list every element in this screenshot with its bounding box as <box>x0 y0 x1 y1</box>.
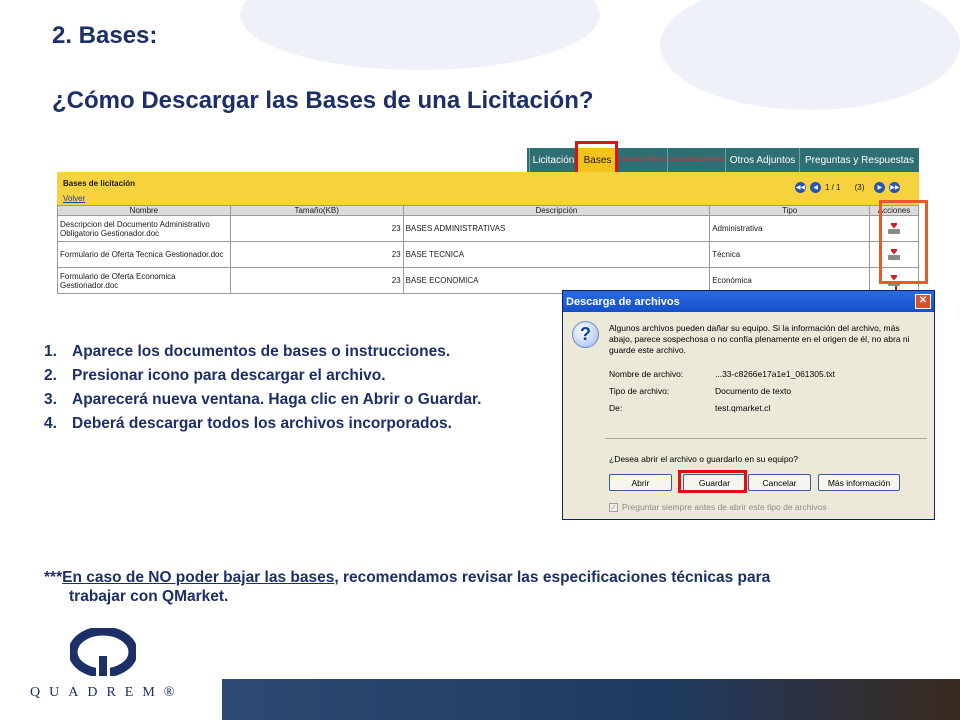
record-count: (3) <box>854 183 865 192</box>
table-row: Formulario de Oferta Tecnica Gestionador… <box>57 241 919 268</box>
steps-list: 1. Aparece los documentos de bases o inst… <box>44 343 481 439</box>
documents-table: Nombre Tamaño(KB) Descripción Tipo Accio… <box>57 205 919 294</box>
list-item: 3. Aparecerá nueva ventana. Haga clic en … <box>44 391 481 415</box>
field-label: De: <box>609 403 623 413</box>
first-page-icon[interactable]: ◀◀ <box>795 182 806 193</box>
cell-size: 23 <box>229 215 404 242</box>
step-number: 3. <box>44 391 57 408</box>
table-row: Descripcion del Documento Administrativo… <box>57 215 919 242</box>
footer-band <box>222 679 960 720</box>
column-header: Descripción <box>402 205 711 216</box>
footnote: ***En caso de NO poder bajar las bases, … <box>44 568 944 606</box>
divider <box>605 438 927 439</box>
checkbox-icon[interactable]: ✓ <box>609 502 618 512</box>
tab-consulta-tecnica[interactable]: Consulta Técnica <box>617 148 667 172</box>
always-ask-checkbox[interactable]: ✓ Preguntar siempre antes de abrir este t… <box>609 502 827 512</box>
cell-nombre: Formulario de Oferta Economica Gestionad… <box>57 267 231 294</box>
cell-descripcion: BASE TECNICA <box>402 241 711 268</box>
step-number: 4. <box>44 415 57 432</box>
tab-consulta-economica[interactable]: Consulta Económica <box>667 148 725 172</box>
page-title: 2. Bases: <box>52 22 158 49</box>
file-name-row: Nombre de archivo: ...33-c8266e17a1e1_061… <box>609 369 835 379</box>
note-link: En caso de NO poder bajar las bases <box>62 569 335 586</box>
step-number: 2. <box>44 367 57 384</box>
section-title: Bases de licitación <box>63 179 136 188</box>
checkbox-label: Preguntar siempre antes de abrir este ti… <box>622 502 827 512</box>
dialog-title: Descarga de archivos <box>563 291 934 312</box>
column-header: Tamaño(KB) <box>229 205 404 216</box>
list-item: 2. Presionar icono para descargar el arch… <box>44 367 481 391</box>
tab-preguntas-respuestas[interactable]: Preguntas y Respuestas <box>799 148 919 172</box>
section-header <box>57 172 919 206</box>
field-value: test.qmarket.cl <box>715 403 771 413</box>
note-text: , recomendamos revisar las especificacio… <box>334 569 771 586</box>
next-page-icon[interactable]: ▶ <box>874 182 886 193</box>
download-dialog: Descarga de archivos ✕ ? Algunos archivo… <box>562 290 935 520</box>
cell-nombre: Descripcion del Documento Administrativo… <box>57 215 231 242</box>
back-link[interactable]: Volver <box>63 194 85 203</box>
dialog-question: ¿Desea abrir el archivo o guardarlo en s… <box>609 454 799 464</box>
field-label: Tipo de archivo: <box>609 386 670 396</box>
note-text-line2: trabajar con QMarket. <box>69 588 229 605</box>
tab-otros-adjuntos[interactable]: Otros Adjuntos <box>725 148 799 172</box>
acciones-highlight <box>879 200 928 284</box>
field-value: Documento de texto <box>715 386 792 396</box>
question-icon: ? <box>572 321 599 348</box>
file-type-row: Tipo de archivo: Documento de texto <box>609 386 791 396</box>
dialog-message: Algunos archivos pueden dañar su equipo.… <box>609 323 910 355</box>
step-text: Deberá descargar todos los archivos inco… <box>72 415 452 432</box>
page-indicator: 1 / 1 <box>825 183 841 192</box>
tab-licitacion[interactable]: Licitación <box>529 148 577 172</box>
save-button-highlight <box>678 470 747 493</box>
background-blob <box>240 0 600 70</box>
step-text: Presionar icono para descargar el archiv… <box>72 367 386 384</box>
list-item: 1. Aparece los documentos de bases o inst… <box>44 343 481 367</box>
cell-size: 23 <box>229 241 404 268</box>
more-info-button[interactable]: Más información <box>818 474 900 491</box>
close-icon[interactable]: ✕ <box>915 294 931 309</box>
pager: ◀◀ ◀ 1 / 1 (3) ▶ ▶▶ <box>795 182 901 193</box>
quadrem-logo-icon <box>70 628 136 676</box>
open-button[interactable]: Abrir <box>609 474 672 491</box>
cell-size: 23 <box>229 267 404 294</box>
note-prefix: *** <box>44 569 63 586</box>
tab-bar: Licitación Bases Consulta Técnica Consul… <box>57 141 919 177</box>
cell-descripcion: BASES ADMINISTRATIVAS <box>402 215 711 242</box>
step-text: Aparece los documentos de bases o instru… <box>72 343 451 360</box>
last-page-icon[interactable]: ▶▶ <box>889 182 901 193</box>
column-header: Tipo <box>709 205 870 216</box>
cell-tipo: Administrativa <box>709 215 870 242</box>
column-header: Nombre <box>57 205 231 216</box>
field-value: ...33-c8266e17a1e1_061305.txt <box>715 369 836 379</box>
portal-screenshot: Licitación Bases Consulta Técnica Consul… <box>57 141 919 294</box>
step-text: Aparecerá nueva ventana. Haga clic en Ab… <box>72 391 482 408</box>
background-blob <box>660 0 960 110</box>
list-item: 4. Deberá descargar todos los archivos in… <box>44 415 481 439</box>
step-number: 1. <box>44 343 57 360</box>
field-label: Nombre de archivo: <box>609 369 684 379</box>
cell-tipo: Técnica <box>709 241 870 268</box>
quadrem-wordmark: QUADREM® <box>30 685 184 700</box>
cancel-button[interactable]: Cancelar <box>748 474 811 491</box>
cell-nombre: Formulario de Oferta Tecnica Gestionador… <box>57 241 231 268</box>
page-subtitle: ¿Cómo Descargar las Bases de una Licitac… <box>52 87 594 114</box>
file-source-row: De: test.qmarket.cl <box>609 403 770 413</box>
prev-page-icon[interactable]: ◀ <box>810 182 821 193</box>
